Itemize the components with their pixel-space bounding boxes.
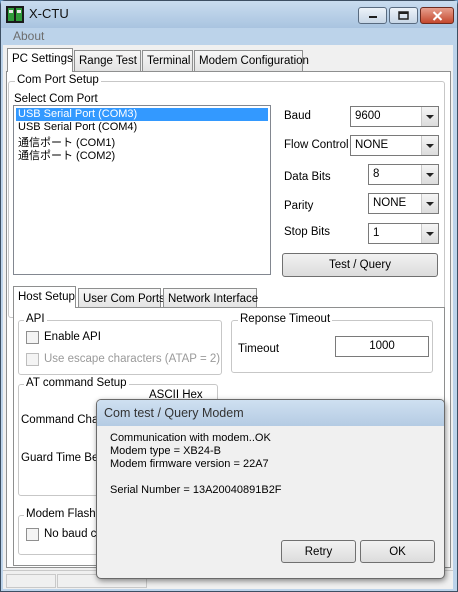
- tab-host-setup[interactable]: Host Setup: [13, 286, 76, 308]
- tab-user-com-ports[interactable]: User Com Ports: [78, 288, 165, 308]
- tab-modem-configuration[interactable]: Modem Configuration: [194, 50, 309, 72]
- close-button[interactable]: [420, 7, 454, 24]
- flow-control-label: Flow Control: [284, 139, 349, 151]
- stop-bits-select[interactable]: 1: [368, 223, 439, 244]
- query-modem-dialog: Com test / Query Modem Communication wit…: [96, 399, 445, 579]
- flow-control-select[interactable]: NONE: [350, 135, 439, 156]
- at-command-label: AT command Setup: [24, 377, 129, 389]
- chevron-down-icon: [421, 224, 438, 243]
- response-timeout-label: Reponse Timeout: [238, 313, 333, 325]
- parity-label: Parity: [284, 200, 314, 212]
- tab-network-interface[interactable]: Network Interface: [163, 288, 258, 308]
- tab-pc-settings[interactable]: PC Settings: [7, 48, 73, 72]
- status-cell: [6, 574, 56, 588]
- chevron-down-icon: [421, 136, 438, 155]
- enable-api-checkbox[interactable]: [26, 331, 39, 344]
- baud-select[interactable]: 9600: [350, 106, 439, 127]
- api-label: API: [24, 313, 47, 325]
- chevron-down-icon: [421, 165, 438, 184]
- ok-button[interactable]: OK: [360, 540, 435, 563]
- xctu-app-icon: [6, 6, 24, 23]
- minimize-button[interactable]: [358, 7, 387, 24]
- escape-chars-checkbox[interactable]: [26, 353, 39, 366]
- timeout-input[interactable]: 1000: [335, 336, 429, 357]
- window-title: X-CTU: [29, 6, 69, 21]
- dialog-message-line: Communication with modem..OK: [110, 432, 271, 444]
- list-item[interactable]: USB Serial Port (COM4): [16, 121, 137, 134]
- tab-terminal[interactable]: Terminal: [142, 50, 193, 72]
- chevron-down-icon: [421, 194, 438, 213]
- chevron-down-icon: [421, 107, 438, 126]
- list-item[interactable]: 通信ポート (COM1): [16, 134, 115, 149]
- data-bits-select[interactable]: 8: [368, 164, 439, 185]
- com-port-setup-label: Com Port Setup: [15, 74, 101, 86]
- menu-bar: About: [4, 28, 454, 46]
- parity-select[interactable]: NONE: [368, 193, 439, 214]
- escape-chars-label: Use escape characters (ATAP = 2): [44, 353, 221, 365]
- close-icon: [432, 10, 442, 21]
- dialog-message-line: Serial Number = 13A20040891B2F: [110, 484, 282, 496]
- select-com-port-label: Select Com Port: [14, 93, 98, 105]
- no-baud-label: No baud c: [44, 528, 97, 540]
- enable-api-label: Enable API: [44, 331, 101, 343]
- retry-button[interactable]: Retry: [281, 540, 356, 563]
- tab-range-test[interactable]: Range Test: [74, 50, 141, 72]
- baud-value: 9600: [355, 110, 381, 122]
- parity-value: NONE: [373, 197, 407, 209]
- stop-bits-label: Stop Bits: [284, 226, 331, 238]
- flow-control-value: NONE: [355, 139, 389, 151]
- test-query-button[interactable]: Test / Query: [282, 253, 438, 277]
- timeout-label: Timeout: [238, 343, 280, 355]
- data-bits-value: 8: [373, 168, 380, 180]
- maximize-button[interactable]: [389, 7, 418, 24]
- no-baud-checkbox[interactable]: [26, 528, 39, 541]
- minimize-icon: [368, 15, 377, 18]
- guard-time-label: Guard Time Bef: [21, 452, 102, 464]
- baud-label: Baud: [284, 110, 311, 122]
- dialog-message-line: Modem type = XB24-B: [110, 445, 221, 457]
- api-group: [18, 320, 222, 375]
- menu-about[interactable]: About: [13, 29, 44, 43]
- maximize-icon: [398, 11, 409, 20]
- com-port-list[interactable]: USB Serial Port (COM3) USB Serial Port (…: [13, 105, 271, 275]
- title-bar[interactable]: X-CTU: [1, 1, 457, 28]
- stop-bits-value: 1: [373, 227, 380, 239]
- list-item[interactable]: USB Serial Port (COM3): [16, 108, 268, 121]
- data-bits-label: Data Bits: [284, 171, 331, 183]
- dialog-message-line: Modem firmware version = 22A7: [110, 458, 269, 470]
- dialog-title[interactable]: Com test / Query Modem: [97, 400, 444, 426]
- list-item[interactable]: 通信ポート (COM2): [16, 147, 115, 162]
